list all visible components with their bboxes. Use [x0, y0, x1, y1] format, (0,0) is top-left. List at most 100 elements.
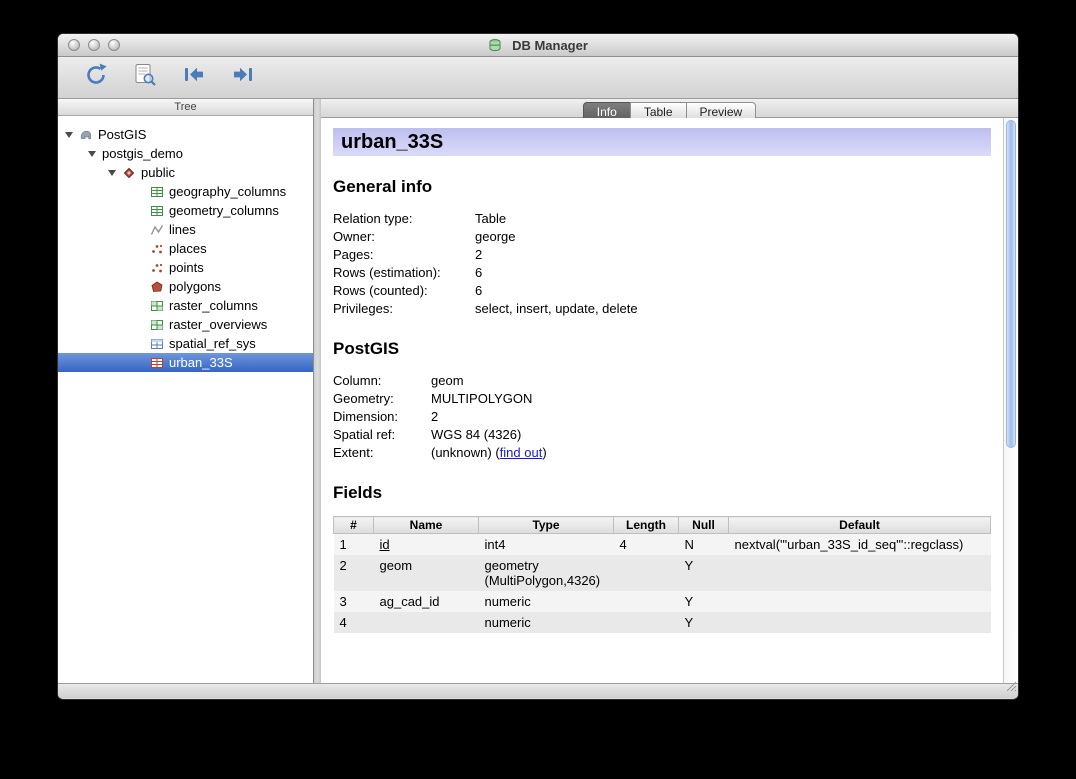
- minimize-window-button[interactable]: [88, 39, 100, 51]
- geometry-table-icon: [150, 356, 164, 370]
- tree-item-postgis[interactable]: PostGIS: [58, 125, 313, 144]
- tree-item-raster-columns[interactable]: raster_columns: [58, 296, 313, 315]
- info-row-extent: Extent: (unknown) (find out): [333, 444, 991, 462]
- tree-item-label: raster_columns: [169, 298, 264, 313]
- tree-panel: Tree PostGIS postgis_demo public: [58, 99, 314, 683]
- info-row: Owner:george: [333, 228, 991, 246]
- field-type: int4: [479, 534, 614, 556]
- info-row: Spatial ref:WGS 84 (4326): [333, 426, 991, 444]
- row-value: (unknown) (find out): [431, 444, 547, 462]
- row-value: WGS 84 (4326): [431, 426, 521, 444]
- scrollbar-thumb[interactable]: [1006, 120, 1016, 448]
- find-out-link[interactable]: find out: [500, 445, 543, 460]
- tree-item-points[interactable]: points: [58, 258, 313, 277]
- db-manager-window: DB Manager Tree: [57, 33, 1019, 700]
- raster-table-icon: [150, 318, 164, 332]
- disclosure-triangle-icon[interactable]: [88, 151, 96, 157]
- field-num: 3: [334, 591, 374, 612]
- row-label: Column:: [333, 372, 431, 390]
- db-tree[interactable]: PostGIS postgis_demo public geography_co…: [58, 116, 313, 683]
- field-row: 2 geom geometry (MultiPolygon,4326) Y: [334, 555, 991, 591]
- import-layer-button[interactable]: [180, 64, 208, 92]
- export-arrow-icon: [230, 62, 256, 93]
- tree-item-postgis-demo[interactable]: postgis_demo: [58, 144, 313, 163]
- disclosure-triangle-icon[interactable]: [65, 132, 73, 138]
- tree-item-label: urban_33S: [169, 355, 239, 370]
- field-num: 4: [334, 612, 374, 633]
- field-default: nextval('"urban_33S_id_seq"'::regclass): [729, 534, 991, 556]
- raster-table-icon: [150, 299, 164, 313]
- tree-item-label: public: [141, 165, 181, 180]
- info-row: Rows (counted):6: [333, 282, 991, 300]
- refresh-button[interactable]: [82, 64, 110, 92]
- field-row: 3 ag_cad_id numeric Y: [334, 591, 991, 612]
- general-info-heading: General info: [333, 177, 991, 197]
- tree-item-lines[interactable]: lines: [58, 220, 313, 239]
- tree-item-geometry-columns[interactable]: geometry_columns: [58, 201, 313, 220]
- disclosure-triangle-icon[interactable]: [108, 170, 116, 176]
- extent-value: (unknown): [431, 445, 492, 460]
- tree-item-public[interactable]: public: [58, 163, 313, 182]
- detail-panel: Info Table Preview urban_33S General inf…: [321, 99, 1018, 683]
- row-value: select, insert, update, delete: [475, 300, 638, 318]
- info-row: Pages:2: [333, 246, 991, 264]
- row-label: Rows (counted):: [333, 282, 475, 300]
- info-row: Privileges:select, insert, update, delet…: [333, 300, 991, 318]
- field-default: [729, 591, 991, 612]
- tree-item-raster-overviews[interactable]: raster_overviews: [58, 315, 313, 334]
- field-type: geometry (MultiPolygon,4326): [479, 555, 614, 591]
- titlebar[interactable]: DB Manager: [58, 34, 1018, 57]
- col-header-type: Type: [479, 517, 614, 534]
- field-null: Y: [679, 591, 729, 612]
- tree-item-geography-columns[interactable]: geography_columns: [58, 182, 313, 201]
- postgis-icon: [79, 128, 93, 142]
- tree-item-spatial-ref-sys[interactable]: spatial_ref_sys: [58, 334, 313, 353]
- tree-item-label: spatial_ref_sys: [169, 336, 262, 351]
- info-row: Column:geom: [333, 372, 991, 390]
- sql-window-button[interactable]: [131, 64, 159, 92]
- tree-item-places[interactable]: places: [58, 239, 313, 258]
- info-row: Geometry:MULTIPOLYGON: [333, 390, 991, 408]
- field-type: numeric: [479, 612, 614, 633]
- sql-window-icon: [132, 62, 158, 93]
- point-layer-icon: [150, 261, 164, 275]
- panel-splitter[interactable]: [314, 99, 321, 683]
- fields-header-row: # Name Type Length Null Default: [334, 517, 991, 534]
- info-content: urban_33S General info Relation type:Tab…: [321, 118, 1003, 683]
- tree-panel-header: Tree: [58, 99, 313, 116]
- line-layer-icon: [150, 223, 164, 237]
- col-header-length: Length: [614, 517, 679, 534]
- field-length: [614, 591, 679, 612]
- tree-item-polygons[interactable]: polygons: [58, 277, 313, 296]
- row-label: Geometry:: [333, 390, 431, 408]
- field-name: [374, 612, 479, 633]
- row-label: Dimension:: [333, 408, 431, 426]
- field-default: [729, 555, 991, 591]
- fields-heading: Fields: [333, 483, 991, 503]
- field-length: [614, 555, 679, 591]
- info-row: Relation type:Table: [333, 210, 991, 228]
- tree-item-urban-33s[interactable]: urban_33S: [58, 353, 313, 372]
- row-value: Table: [475, 210, 506, 228]
- zoom-window-button[interactable]: [108, 39, 120, 51]
- info-row: Dimension:2: [333, 408, 991, 426]
- traffic-lights: [68, 39, 120, 51]
- row-value: MULTIPOLYGON: [431, 390, 532, 408]
- point-layer-icon: [150, 242, 164, 256]
- row-label: Relation type:: [333, 210, 475, 228]
- row-label: Owner:: [333, 228, 475, 246]
- field-name-pk: id: [380, 537, 390, 552]
- tab-bar: Info Table Preview: [321, 99, 1018, 118]
- tree-item-label: lines: [169, 222, 202, 237]
- window-title: DB Manager: [512, 38, 588, 53]
- general-info-rows: Relation type:Table Owner:george Pages:2…: [333, 210, 991, 318]
- field-default: [729, 612, 991, 633]
- col-header-default: Default: [729, 517, 991, 534]
- resize-grip[interactable]: [1004, 679, 1017, 697]
- vertical-scrollbar[interactable]: [1003, 118, 1018, 683]
- export-layer-button[interactable]: [229, 64, 257, 92]
- field-num: 1: [334, 534, 374, 556]
- tree-item-label: postgis_demo: [102, 146, 189, 161]
- info-row: Rows (estimation):6: [333, 264, 991, 282]
- close-window-button[interactable]: [68, 39, 80, 51]
